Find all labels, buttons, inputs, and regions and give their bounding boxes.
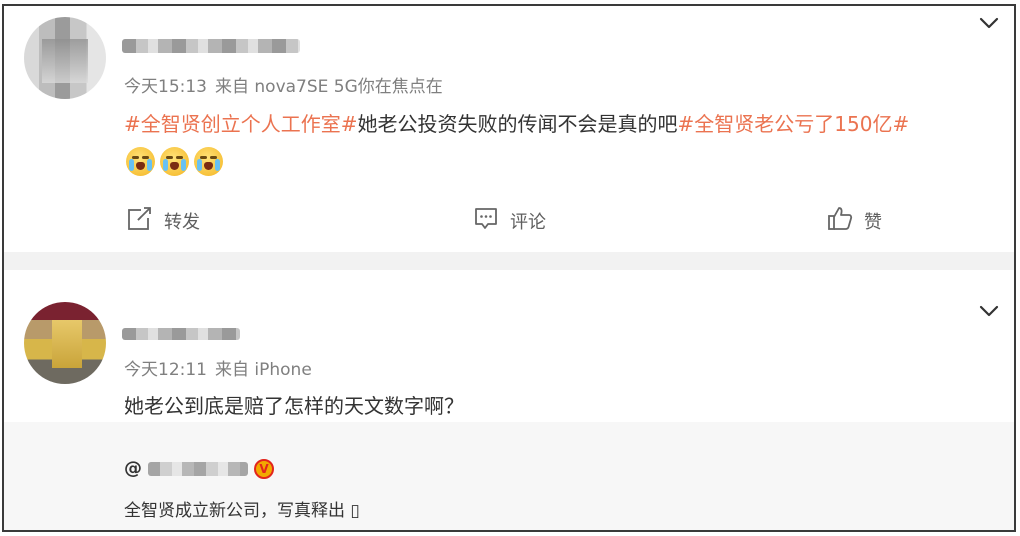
like-label: 赞 bbox=[864, 211, 882, 233]
like-button[interactable]: 赞 bbox=[826, 204, 882, 237]
emoji-row bbox=[126, 147, 223, 176]
topic-tag[interactable]: #全智贤老公亏了150亿# bbox=[678, 112, 910, 136]
feed-frame: 今天15:13 来自 nova7SE 5G你在焦点在 #全智贤创立个人工作室#她老… bbox=[2, 4, 1016, 532]
comment-icon bbox=[472, 204, 500, 237]
post-body: 她老公到底是赔了怎样的天文数字啊？ bbox=[124, 394, 464, 418]
username-blurred[interactable] bbox=[122, 39, 300, 53]
post-text: 她老公到底是赔了怎样的天文数字啊？ bbox=[124, 390, 464, 419]
avatar[interactable] bbox=[24, 17, 106, 99]
avatar[interactable] bbox=[24, 302, 106, 384]
weibo-post: 今天15:13 来自 nova7SE 5G你在焦点在 #全智贤创立个人工作室#她老… bbox=[4, 6, 1014, 252]
post-text: #全智贤创立个人工作室#她老公投资失败的传闻不会是真的吧#全智贤老公亏了150亿… bbox=[124, 108, 909, 137]
crying-emoji bbox=[160, 147, 189, 176]
comment-label: 评论 bbox=[510, 211, 546, 233]
at-sign: @ bbox=[124, 458, 142, 479]
quoted-text: 全智贤成立新公司，写真释出 ▯ bbox=[124, 501, 360, 521]
quoted-post[interactable]: @ V 全智贤成立新公司，写真释出 ▯ bbox=[4, 422, 1014, 530]
repost-icon bbox=[126, 204, 154, 237]
post-body: 她老公投资失败的传闻不会是真的吧 bbox=[357, 112, 678, 136]
crying-emoji bbox=[194, 147, 223, 176]
topic-tag[interactable]: #全智贤创立个人工作室# bbox=[124, 112, 358, 136]
weibo-post: 今天12:11 来自 iPhone 她老公到底是赔了怎样的天文数字啊？ @ V 全… bbox=[4, 270, 1014, 530]
post-separator bbox=[4, 252, 1014, 270]
post-source: 来自 iPhone bbox=[215, 360, 312, 380]
chevron-down-icon[interactable] bbox=[978, 12, 1000, 34]
quoted-user[interactable]: @ V bbox=[124, 458, 274, 479]
like-icon bbox=[826, 204, 854, 237]
crying-emoji bbox=[126, 147, 155, 176]
comment-button[interactable]: 评论 bbox=[472, 204, 546, 237]
chevron-down-icon[interactable] bbox=[978, 300, 1000, 322]
post-time[interactable]: 今天12:11 bbox=[124, 360, 207, 380]
post-meta: 今天12:11 来自 iPhone bbox=[124, 355, 312, 380]
action-bar: 转发 评论 赞 bbox=[4, 204, 1014, 234]
repost-button[interactable]: 转发 bbox=[126, 204, 200, 237]
quoted-username-blurred[interactable] bbox=[148, 461, 248, 476]
post-source: 来自 nova7SE 5G你在焦点在 bbox=[215, 77, 443, 97]
verified-badge-icon: V bbox=[254, 458, 274, 479]
post-meta: 今天15:13 来自 nova7SE 5G你在焦点在 bbox=[124, 72, 443, 97]
username-blurred[interactable] bbox=[122, 328, 240, 340]
post-time[interactable]: 今天15:13 bbox=[124, 77, 207, 97]
repost-label: 转发 bbox=[164, 211, 200, 233]
